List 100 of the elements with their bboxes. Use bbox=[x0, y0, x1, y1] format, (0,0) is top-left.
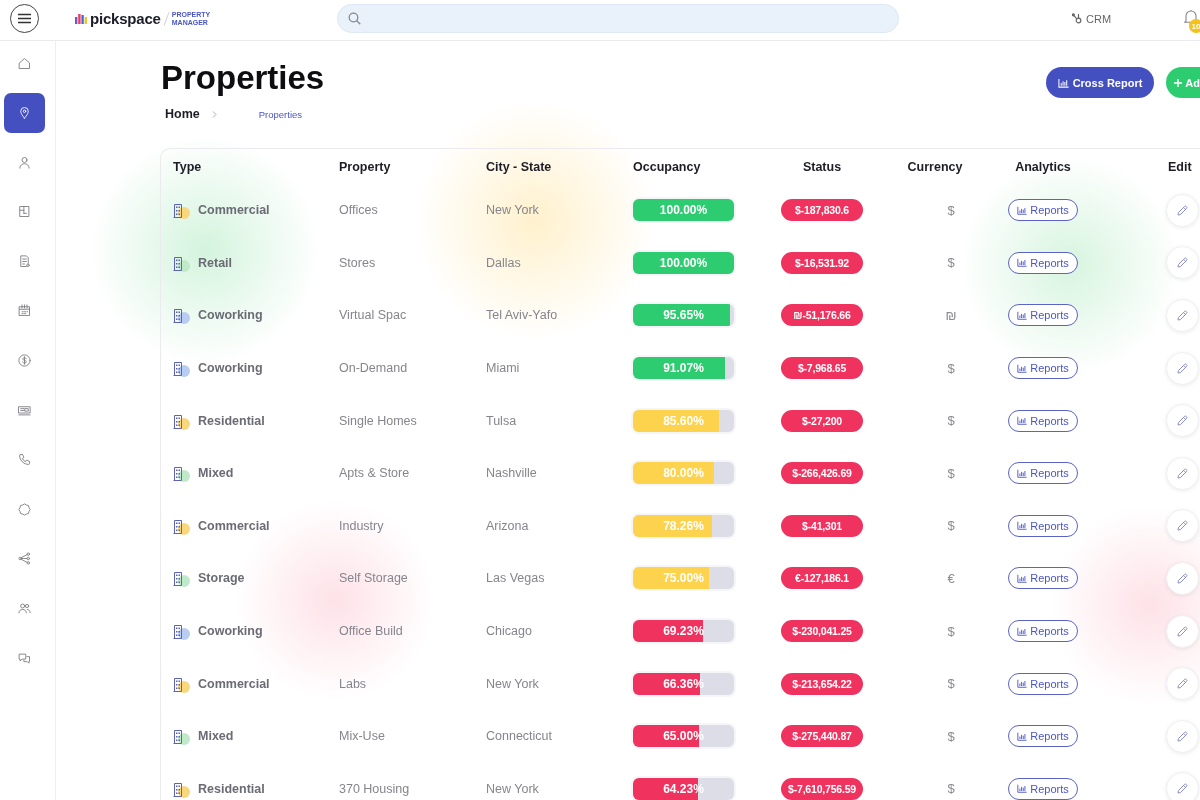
pencil-icon bbox=[1177, 310, 1188, 321]
dollar-icon bbox=[17, 353, 32, 369]
edit-button[interactable] bbox=[1166, 614, 1199, 648]
bar-chart-icon bbox=[1017, 363, 1028, 373]
type-label: Retail bbox=[198, 255, 233, 270]
nav-item[interactable] bbox=[4, 92, 45, 133]
type-label: Coworking bbox=[198, 361, 263, 376]
type-label: Coworking bbox=[198, 624, 263, 639]
occupancy-value: 78.26% bbox=[663, 518, 704, 533]
pencil-icon bbox=[1177, 730, 1188, 742]
bar-chart-icon bbox=[1057, 77, 1069, 88]
hierarchy-icon bbox=[17, 551, 32, 567]
currency-symbol: $ bbox=[947, 623, 955, 639]
status-badge: $-27,200 bbox=[781, 409, 863, 432]
bar-chart-icon bbox=[1017, 468, 1028, 478]
plus-icon bbox=[1174, 78, 1183, 87]
city-state: Dallas bbox=[486, 255, 521, 270]
notification-count: 10 bbox=[1189, 19, 1200, 33]
pencil-icon bbox=[1177, 362, 1188, 374]
edit-button[interactable] bbox=[1166, 193, 1199, 227]
status-badge: $-41,301 bbox=[781, 514, 863, 537]
edit-button[interactable] bbox=[1166, 351, 1199, 385]
occupancy-value: 100.00% bbox=[659, 255, 708, 270]
bell-icon[interactable] bbox=[1184, 9, 1199, 25]
cross-report-button[interactable]: Cross Report bbox=[1045, 67, 1155, 98]
city-state: New York bbox=[486, 203, 539, 218]
currency-symbol: $ bbox=[947, 413, 955, 429]
pencil-icon bbox=[1177, 520, 1188, 532]
reports-button[interactable]: Reports bbox=[1008, 251, 1078, 274]
page-title: Properties bbox=[160, 58, 325, 98]
edit-button[interactable] bbox=[1166, 561, 1199, 595]
type-label: Residential bbox=[198, 413, 265, 428]
edit-button[interactable] bbox=[1166, 772, 1199, 800]
reports-button[interactable]: Reports bbox=[1008, 672, 1078, 695]
crm-link[interactable]: CRM bbox=[1072, 4, 1112, 33]
property-name: Virtual Spac bbox=[339, 308, 407, 323]
menu-button[interactable] bbox=[10, 4, 39, 33]
city-state: Chicago bbox=[486, 624, 532, 639]
property-name: Industry bbox=[339, 518, 384, 533]
edit-button[interactable] bbox=[1166, 667, 1199, 701]
status-badge: $-266,426.69 bbox=[781, 462, 863, 485]
occupancy-value: 85.60% bbox=[663, 413, 704, 428]
property-name: Single Homes bbox=[339, 413, 417, 428]
edit-button[interactable] bbox=[1166, 509, 1199, 543]
type-label: Commercial bbox=[198, 518, 270, 533]
status-badge: $-7,968.65 bbox=[781, 357, 863, 380]
city-state: Tulsa bbox=[486, 413, 517, 428]
edit-button[interactable] bbox=[1166, 299, 1199, 332]
reports-button[interactable]: Reports bbox=[1008, 409, 1078, 432]
occupancy-value: 100.00% bbox=[659, 203, 708, 218]
pencil-icon bbox=[1177, 572, 1188, 584]
currency-symbol: $ bbox=[947, 360, 955, 376]
edit-button[interactable] bbox=[1166, 246, 1199, 280]
city-state: Nashville bbox=[486, 466, 537, 481]
reports-button[interactable]: Reports bbox=[1008, 304, 1078, 327]
currency-symbol: $ bbox=[947, 465, 955, 481]
currency-symbol: $ bbox=[947, 255, 955, 271]
search-field[interactable] bbox=[337, 4, 899, 33]
location-pin-icon bbox=[17, 105, 32, 121]
bar-chart-icon bbox=[1017, 258, 1028, 268]
column-header: Type bbox=[173, 159, 202, 174]
status-badge: $-7,610,756.59 bbox=[781, 777, 863, 800]
reports-button[interactable]: Reports bbox=[1008, 199, 1078, 222]
pencil-icon bbox=[1177, 783, 1188, 795]
currency-symbol: $ bbox=[947, 728, 955, 744]
type-label: Mixed bbox=[198, 466, 234, 481]
reports-button[interactable]: Reports bbox=[1008, 462, 1078, 485]
city-state: Tel Aviv-Yafo bbox=[486, 308, 558, 323]
edit-button[interactable] bbox=[1166, 456, 1199, 490]
reports-button[interactable]: Reports bbox=[1008, 357, 1078, 380]
breadcrumb-link[interactable]: Home bbox=[165, 107, 200, 121]
column-header: Analytics bbox=[1015, 159, 1071, 174]
currency-symbol: $ bbox=[947, 202, 955, 218]
reports-button[interactable]: Reports bbox=[1008, 725, 1078, 748]
column-header: Property bbox=[339, 159, 391, 174]
reports-button[interactable]: Reports bbox=[1008, 620, 1078, 643]
bar-chart-icon bbox=[1017, 311, 1028, 320]
search-icon bbox=[348, 12, 361, 25]
occupancy-value: 95.65% bbox=[663, 308, 704, 323]
city-state: Las Vegas bbox=[486, 571, 545, 586]
pencil-icon bbox=[1177, 415, 1188, 427]
property-name: Self Storage bbox=[339, 571, 408, 586]
currency-symbol: $ bbox=[947, 518, 955, 534]
edit-button[interactable] bbox=[1166, 719, 1199, 753]
bar-chart-icon bbox=[1017, 205, 1028, 215]
column-header: Currency bbox=[907, 159, 963, 174]
phone-icon bbox=[17, 452, 32, 468]
currency-symbol: € bbox=[947, 570, 955, 586]
reports-button[interactable]: Reports bbox=[1008, 514, 1078, 537]
property-name: Stores bbox=[339, 255, 376, 270]
hub-icon bbox=[1072, 13, 1082, 24]
edit-button[interactable] bbox=[1166, 404, 1199, 438]
type-label: Commercial bbox=[198, 676, 270, 691]
reports-button[interactable]: Reports bbox=[1008, 567, 1078, 590]
breadcrumb-link[interactable]: Properties bbox=[258, 108, 303, 120]
property-name: 370 Housing bbox=[339, 781, 410, 796]
type-label: Storage bbox=[198, 571, 245, 586]
occupancy-value: 80.00% bbox=[663, 466, 704, 481]
column-header: Occupancy bbox=[633, 159, 701, 174]
reports-button[interactable]: Reports bbox=[1008, 777, 1078, 800]
